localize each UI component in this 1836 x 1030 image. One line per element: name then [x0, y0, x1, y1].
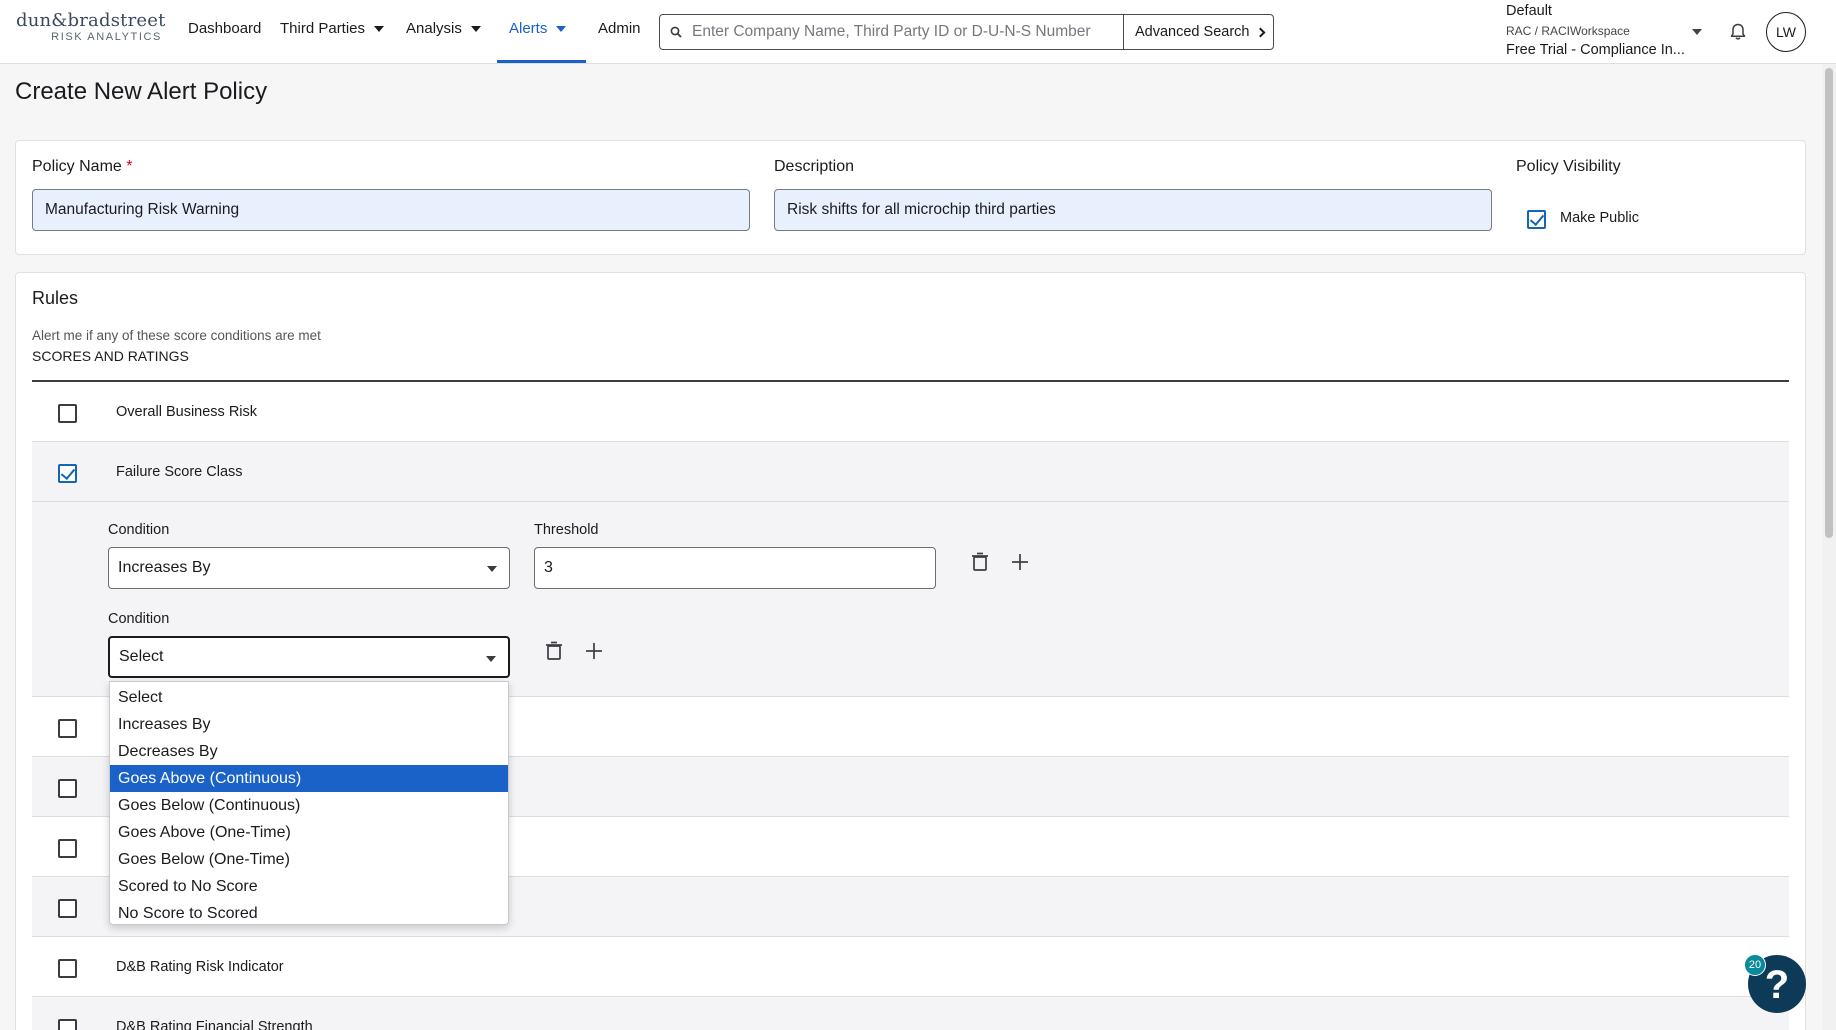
rules-section-heading: SCORES AND RATINGS: [32, 348, 189, 364]
rule-checkbox[interactable]: [58, 404, 77, 423]
nav-admin[interactable]: Admin: [598, 20, 641, 37]
condition-select-value: Increases By: [118, 559, 211, 576]
rule-checkbox[interactable]: [58, 959, 77, 978]
bell-icon[interactable]: [1728, 22, 1748, 42]
rules-title: Rules: [32, 288, 79, 308]
nav-alerts-label: Alerts: [509, 20, 548, 37]
dropdown-option-highlighted[interactable]: Goes Above (Continuous): [110, 765, 508, 792]
nav-alerts[interactable]: Alerts: [509, 20, 567, 37]
question-mark-icon: ?: [1764, 963, 1790, 1007]
top-navigation: dun&bradstreet RISK ANALYTICS Dashboard …: [0, 0, 1836, 64]
advanced-search-button[interactable]: Advanced Search: [1123, 15, 1274, 49]
page-title: Create New Alert Policy: [15, 78, 268, 105]
caret-down-icon: [487, 566, 497, 572]
rule-row: Failure Score Class: [32, 442, 1789, 502]
search-input[interactable]: [692, 18, 1148, 46]
dropdown-option[interactable]: Select: [110, 684, 508, 711]
nav-third-parties-label: Third Parties: [280, 20, 366, 37]
nav-dashboard-label: Dashboard: [188, 20, 262, 37]
workspace-selector[interactable]: Default RAC / RACIWorkspace Free Trial -…: [1506, 3, 1706, 58]
condition-select-value: Select: [119, 648, 164, 665]
condition-label: Condition: [108, 611, 170, 627]
logo-subtitle: RISK ANALYTICS: [51, 31, 162, 43]
rules-subtitle: Alert me if any of these score condition…: [32, 328, 321, 343]
chevron-right-icon: [1256, 27, 1266, 37]
rule-row: D&B Rating Financial Strength: [32, 997, 1789, 1030]
trash-icon[interactable]: [969, 551, 991, 573]
chevron-down-icon: [374, 25, 385, 32]
condition-panel: Condition Increases By Threshold 3 Condi…: [32, 502, 1789, 697]
workspace-name: Default: [1506, 3, 1552, 19]
condition-dropdown-list: Select Increases By Decreases By Goes Ab…: [109, 681, 509, 925]
dropdown-option[interactable]: Increases By: [110, 711, 508, 738]
rule-checkbox[interactable]: [58, 899, 77, 918]
condition-select[interactable]: Increases By: [108, 547, 510, 589]
dropdown-option[interactable]: Goes Below (One-Time): [110, 846, 508, 873]
active-tab-indicator: [497, 60, 586, 63]
dropdown-option[interactable]: Goes Below (Continuous): [110, 792, 508, 819]
condition-label: Condition: [108, 522, 170, 538]
description-field[interactable]: Risk shifts for all microchip third part…: [774, 189, 1492, 231]
chevron-down-icon: [556, 25, 567, 32]
rule-row: D&B Rating Risk Indicator: [32, 937, 1789, 997]
nav-admin-label: Admin: [598, 20, 641, 37]
condition-select-open[interactable]: Select: [108, 636, 510, 678]
policy-name-label-text: Policy Name: [32, 158, 122, 175]
rule-checkbox[interactable]: [58, 839, 77, 858]
make-public-checkbox[interactable]: [1527, 210, 1546, 229]
rule-label: Overall Business Risk: [116, 404, 258, 420]
workspace-plan: Free Trial - Compliance In...: [1506, 42, 1685, 58]
nav-analysis[interactable]: Analysis: [406, 20, 481, 37]
workspace-chevron-down-icon[interactable]: [1692, 29, 1702, 35]
chevron-down-icon: [470, 25, 481, 32]
dropdown-option[interactable]: Decreases By: [110, 738, 508, 765]
nav-third-parties[interactable]: Third Parties: [280, 20, 385, 37]
user-initials: LW: [1776, 24, 1796, 40]
nav-dashboard[interactable]: Dashboard: [188, 20, 261, 37]
threshold-label: Threshold: [534, 522, 599, 538]
page-scrollbar[interactable]: [1822, 64, 1836, 1030]
dropdown-option[interactable]: No Score to Scored: [110, 900, 508, 927]
advanced-search-label: Advanced Search: [1135, 24, 1250, 40]
rule-label: D&B Rating Risk Indicator: [116, 959, 284, 975]
plus-icon[interactable]: [1009, 551, 1031, 573]
search-icon: [670, 26, 682, 38]
caret-down-icon: [486, 656, 496, 662]
scrollbar-thumb[interactable]: [1825, 68, 1833, 538]
rule-checkbox[interactable]: [58, 1019, 77, 1030]
dropdown-option[interactable]: Goes Above (One-Time): [110, 819, 508, 846]
plus-icon[interactable]: [583, 640, 605, 662]
trash-icon[interactable]: [543, 640, 565, 662]
workspace-path: RAC / RACIWorkspace: [1506, 24, 1630, 38]
policy-visibility-label: Policy Visibility: [1516, 158, 1621, 175]
rule-label: D&B Rating Financial Strength: [116, 1019, 313, 1030]
threshold-input[interactable]: 3: [534, 547, 936, 589]
dropdown-option[interactable]: Scored to No Score: [110, 873, 508, 900]
rule-checkbox[interactable]: [58, 464, 77, 483]
description-label: Description: [774, 158, 855, 175]
nav-analysis-label: Analysis: [406, 20, 462, 37]
policy-name-field[interactable]: Manufacturing Risk Warning: [32, 189, 750, 231]
required-marker: *: [126, 158, 133, 175]
global-search: Advanced Search: [659, 14, 1274, 50]
rule-checkbox[interactable]: [58, 779, 77, 798]
rule-row: Overall Business Risk: [32, 382, 1789, 442]
user-avatar[interactable]: LW: [1766, 12, 1806, 52]
make-public-label: Make Public: [1560, 210, 1639, 226]
policy-name-label: Policy Name *: [32, 158, 133, 176]
rule-label: Failure Score Class: [116, 464, 243, 480]
logo-wordmark: dun&bradstreet: [16, 10, 166, 31]
rule-checkbox[interactable]: [58, 719, 77, 738]
dnb-logo[interactable]: dun&bradstreet RISK ANALYTICS: [16, 10, 166, 43]
notification-count-badge: 20: [1744, 954, 1766, 976]
